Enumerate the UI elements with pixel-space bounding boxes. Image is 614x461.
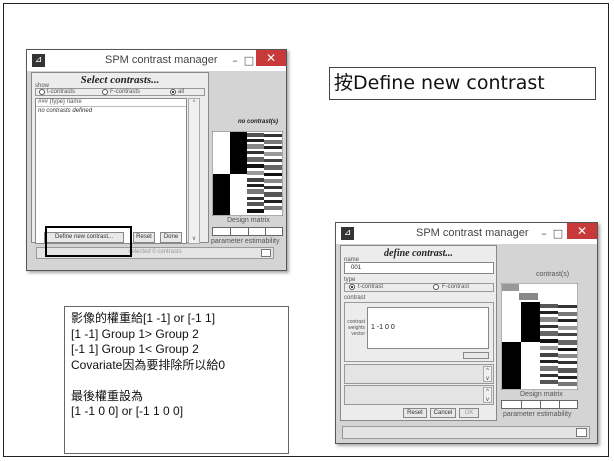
reset-button[interactable]: Reset bbox=[133, 232, 155, 243]
contrast-label: contrast bbox=[344, 295, 366, 301]
parameter-estimability-label: parameter estimability bbox=[503, 411, 572, 418]
radio-f-contrasts[interactable] bbox=[102, 89, 108, 95]
matlab-app-icon: ⊿ bbox=[32, 54, 45, 67]
window-title: SPM contrast manager bbox=[416, 227, 529, 239]
weights-apply-button[interactable] bbox=[463, 352, 489, 359]
parameter-estimability-bar bbox=[501, 400, 578, 409]
maximize-button[interactable]: □ bbox=[551, 223, 565, 244]
contrasts-label: no contrast(s) bbox=[238, 119, 279, 125]
note-line: [1 -1 0 0] or [-1 1 0 0] bbox=[71, 404, 184, 418]
status-toggle[interactable] bbox=[576, 428, 587, 437]
title-bar: ⊿ SPM contrast manager – □ ✕ bbox=[27, 50, 286, 71]
reset-button[interactable]: Reset bbox=[403, 408, 427, 418]
contrasts-label: contrast(s) bbox=[536, 271, 570, 278]
callout-define-new-contrast: 按Define new contrast bbox=[329, 67, 596, 100]
list-empty-text: no contrasts defined bbox=[38, 108, 93, 114]
info-scrollbar-1[interactable]: ^ v bbox=[483, 366, 492, 382]
ok-button[interactable]: OK bbox=[459, 408, 479, 418]
contrast-list[interactable]: ### {type} name no contrasts defined bbox=[35, 98, 187, 244]
cancel-button[interactable]: Cancel bbox=[430, 408, 456, 418]
radio-f-label: F-contrast bbox=[442, 284, 470, 290]
panel-heading: Select contrasts... bbox=[80, 74, 160, 86]
radio-all-label: all bbox=[178, 89, 185, 95]
contrast-weights-box: contrast weights vector 1 -1 0 0 bbox=[344, 302, 494, 362]
type-radio-row: t-contrast F-contrast bbox=[344, 283, 494, 292]
note-line: [-1 1] Group 1< Group 2 bbox=[71, 342, 199, 356]
radio-t-contrast[interactable] bbox=[349, 284, 355, 290]
note-line: 最後權重設為 bbox=[71, 388, 144, 403]
contrast-name-value: 001 bbox=[351, 265, 362, 271]
note-line bbox=[71, 373, 282, 389]
select-panel: Select contrasts... show t-contrasts F-c… bbox=[31, 72, 209, 244]
close-button[interactable]: ✕ bbox=[256, 50, 286, 66]
contrast-manager-window-define: ⊿ SPM contrast manager – □ ✕ define cont… bbox=[335, 222, 598, 444]
contrast-weights-value: 1 -1 0 0 bbox=[371, 324, 395, 331]
weights-label: contrast weights vector bbox=[347, 319, 365, 337]
scroll-up-icon[interactable]: ^ bbox=[189, 100, 199, 106]
radio-t-label: t-contrast bbox=[358, 284, 384, 290]
status-toggle[interactable] bbox=[261, 249, 271, 257]
done-button[interactable]: Done bbox=[160, 232, 182, 243]
radio-t-contrasts[interactable] bbox=[39, 89, 45, 95]
maximize-button[interactable]: □ bbox=[242, 50, 256, 71]
list-scrollbar[interactable]: ^ v bbox=[188, 98, 200, 244]
info-panel-2: ^ v bbox=[344, 385, 494, 405]
note-line: Covariate因為要排除所以給0 bbox=[71, 357, 226, 372]
info-panel-1: ^ v bbox=[344, 364, 494, 384]
design-matrix-label: Design matrix bbox=[227, 217, 270, 224]
radio-f-label: F-contrasts bbox=[110, 89, 141, 95]
matlab-app-icon: ⊿ bbox=[341, 227, 354, 240]
radio-t-label: t-contrasts bbox=[47, 89, 76, 95]
panel-heading: define contrast... bbox=[384, 248, 453, 259]
design-matrix-label: Design matrix bbox=[520, 391, 563, 398]
scroll-down-icon[interactable]: v bbox=[189, 236, 199, 242]
design-matrix-image bbox=[212, 131, 283, 216]
parameter-estimability-label: parameter estimability bbox=[211, 238, 280, 245]
explanation-note: 影像的權重給[1 -1] or [-1 1] [1 -1] Group 1> G… bbox=[64, 306, 289, 454]
radio-all[interactable] bbox=[170, 89, 176, 95]
parameter-estimability-bar bbox=[212, 227, 283, 236]
design-matrix-image bbox=[501, 283, 578, 390]
highlight-box bbox=[45, 226, 132, 257]
contrast-weights-input[interactable]: 1 -1 0 0 bbox=[367, 307, 489, 349]
minimize-button[interactable]: – bbox=[228, 50, 242, 71]
contrast-name-input[interactable]: 001 bbox=[344, 262, 494, 274]
window-title: SPM contrast manager bbox=[105, 54, 218, 66]
status-bar bbox=[342, 426, 590, 439]
radio-f-contrast[interactable] bbox=[433, 284, 439, 290]
info-scrollbar-2[interactable]: ^ v bbox=[483, 387, 492, 403]
list-header: ### {type} name bbox=[38, 99, 82, 105]
list-divider bbox=[36, 106, 186, 107]
note-line: 影像的權重給[1 -1] or [-1 1] bbox=[71, 311, 216, 325]
title-bar: ⊿ SPM contrast manager – □ ✕ bbox=[336, 223, 597, 244]
minimize-button[interactable]: – bbox=[537, 223, 551, 244]
define-panel: define contrast... name 001 type t-contr… bbox=[340, 245, 497, 421]
radio-row: t-contrasts F-contrasts all bbox=[35, 88, 205, 96]
close-button[interactable]: ✕ bbox=[567, 223, 597, 239]
note-line: [1 -1] Group 1> Group 2 bbox=[71, 326, 199, 341]
